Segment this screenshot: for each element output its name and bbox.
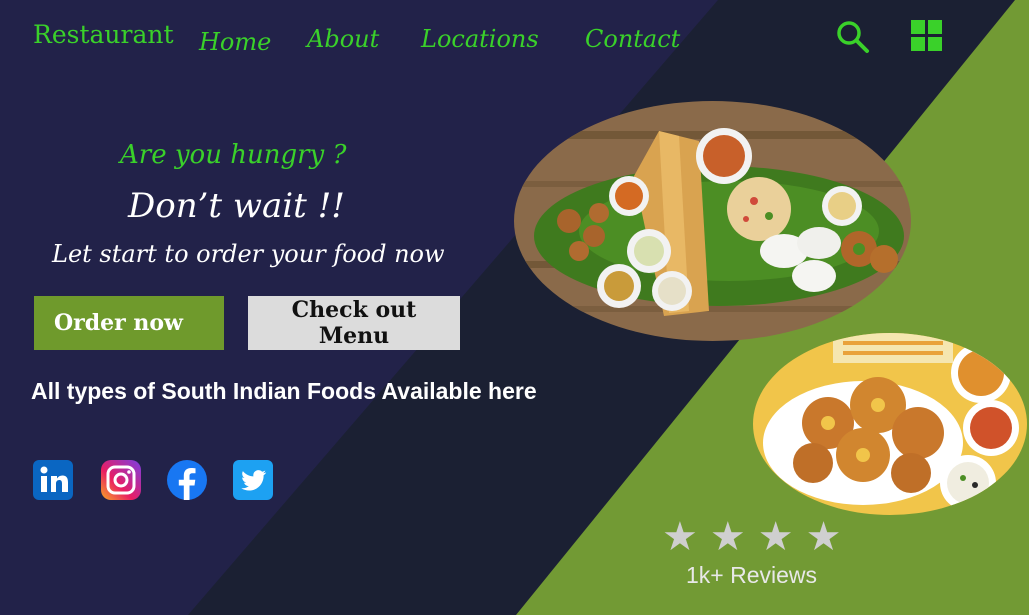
star-icon: ★ xyxy=(662,514,710,560)
reviews-count[interactable]: 1k+ Reviews xyxy=(686,562,817,589)
nav-locations[interactable]: Locations xyxy=(421,25,539,53)
twitter-icon[interactable] xyxy=(233,460,273,500)
search-icon[interactable] xyxy=(836,20,870,58)
landing-page: Restaurant Home About Locations Contact … xyxy=(0,0,1029,615)
nav-about[interactable]: About xyxy=(307,25,379,53)
linkedin-icon[interactable] xyxy=(33,460,73,500)
star-icon: ★ xyxy=(805,514,854,560)
medu-vada-image xyxy=(753,333,1027,515)
hero-question: Are you hungry ? xyxy=(120,140,347,170)
tagline: All types of South Indian Foods Availabl… xyxy=(31,378,537,404)
facebook-icon[interactable] xyxy=(167,460,207,500)
hero-headline: Don’t wait !! xyxy=(128,186,345,226)
hero-subline: Let start to order your food now xyxy=(52,240,445,268)
nav-contact[interactable]: Contact xyxy=(585,25,680,53)
star-icon: ★ xyxy=(709,514,758,560)
nav-home[interactable]: Home xyxy=(199,28,271,56)
rating-stars: ★★★★ xyxy=(662,514,853,560)
check-menu-button[interactable]: Check out Menu xyxy=(248,296,460,350)
dosa-platter-image xyxy=(514,101,911,341)
instagram-icon[interactable] xyxy=(101,460,141,500)
star-icon: ★ xyxy=(757,514,806,560)
order-now-button[interactable]: Order now xyxy=(34,296,224,350)
grid-menu-icon[interactable] xyxy=(911,20,943,56)
brand-logo[interactable]: Restaurant xyxy=(33,20,174,49)
